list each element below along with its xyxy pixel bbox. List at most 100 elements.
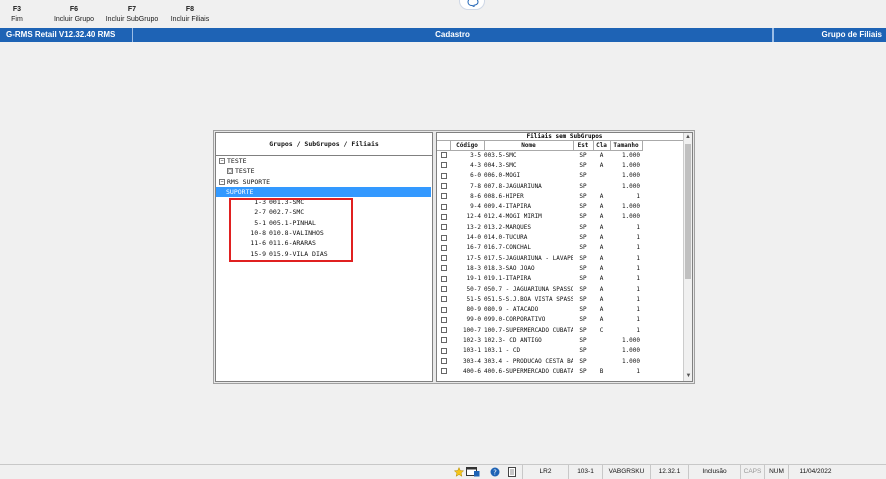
table-row[interactable]: 99-0 099.0-CORPORATIVO SP A 1 bbox=[437, 315, 642, 325]
tree-node-label: RMS SUPORTE bbox=[227, 177, 271, 186]
table-row[interactable]: 303-4 303.4 - PRODUCAO CESTA BASI SP 1.000 bbox=[437, 356, 642, 366]
table-row[interactable]: 50-7 050.7 - JAGUARIUNA SPASSOFA SP A 1 bbox=[437, 284, 642, 294]
collapse-toggle-icon[interactable]: − bbox=[219, 158, 225, 164]
name-cell: 019.1-ITAPIRA bbox=[484, 275, 531, 283]
table-row[interactable]: 103-1 103.1 - CD SP 1.000 bbox=[437, 346, 642, 356]
row-select-cell bbox=[437, 243, 450, 253]
table-row[interactable]: 3-5 003.5-SMC SP A 1.000 bbox=[437, 150, 642, 160]
tree-node-group[interactable]: − RMS SUPORTE bbox=[216, 177, 432, 187]
table-row[interactable]: 400-6 400.6-SUPERMERCADO CUBATAO SP B 1 bbox=[437, 366, 642, 376]
row-checkbox[interactable] bbox=[440, 327, 447, 334]
table-row[interactable]: 14-0 014.0-TUCURA SP A 1 bbox=[437, 232, 642, 242]
name-cell: 014.0-TUCURA bbox=[484, 234, 528, 242]
table-row[interactable]: 16-7 016.7-CONCHAL SP A 1 bbox=[437, 243, 642, 253]
table-row[interactable]: 80-9 080.9 - ATACADO SP A 1 bbox=[437, 304, 642, 314]
row-checkbox[interactable] bbox=[440, 213, 447, 220]
row-checkbox[interactable] bbox=[440, 203, 447, 210]
table-row[interactable]: 13-2 013.2-MARQUES SP A 1 bbox=[437, 222, 642, 232]
tree-node-label: TESTE bbox=[227, 157, 247, 165]
table-row[interactable]: 18-3 018.3-SAO JOAO SP A 1 bbox=[437, 263, 642, 273]
row-checkbox[interactable] bbox=[440, 183, 447, 190]
tree-node-subgroup-selected[interactable]: SUPORTE bbox=[216, 186, 431, 198]
class-cell bbox=[593, 335, 610, 345]
row-select-cell bbox=[437, 263, 450, 273]
table-row[interactable]: 19-1 019.1-ITAPIRA SP A 1 bbox=[437, 274, 642, 284]
table-row[interactable]: 6-0 006.0-MOGI SP 1.000 bbox=[437, 171, 642, 181]
row-checkbox[interactable] bbox=[440, 224, 447, 231]
row-checkbox[interactable] bbox=[440, 234, 447, 241]
row-checkbox[interactable] bbox=[440, 347, 447, 354]
class-cell: A bbox=[599, 285, 604, 293]
row-checkbox[interactable] bbox=[440, 162, 447, 169]
class-cell bbox=[593, 346, 610, 356]
row-select-cell bbox=[437, 150, 450, 160]
chat-button[interactable] bbox=[459, 0, 485, 10]
class-cell bbox=[593, 356, 610, 366]
table-row[interactable]: 102-3 102.3- CD ANTIGO SP 1.000 bbox=[437, 335, 642, 345]
row-checkbox[interactable] bbox=[440, 337, 447, 344]
table-row[interactable]: 9-4 009.4-ITAPIRA SP A 1.000 bbox=[437, 201, 642, 211]
branches-without-subgroup-panel: Filiais sem SubGrupos Código Nome Est Cl… bbox=[436, 132, 693, 382]
size-cell: 1 bbox=[636, 234, 640, 242]
f6-add-group-button[interactable]: F6 Incluir Grupo bbox=[52, 5, 96, 25]
module-title: Grupo de Filiais bbox=[773, 28, 886, 42]
help-icon[interactable]: ? bbox=[490, 467, 500, 477]
chat-icon bbox=[467, 0, 479, 7]
code-cell: 400-6 bbox=[462, 367, 481, 375]
row-select-cell bbox=[437, 274, 450, 284]
row-checkbox[interactable] bbox=[440, 296, 447, 303]
table-row[interactable]: 51-5 051.5-S.J.BOA VISTA SPASSOF SP A 1 bbox=[437, 294, 642, 304]
table-row[interactable]: 8-6 008.6-HIPER SP A 1 bbox=[437, 191, 642, 201]
column-header-size[interactable]: Tamanho bbox=[610, 141, 643, 151]
row-checkbox[interactable] bbox=[440, 316, 447, 323]
table-row[interactable]: 7-8 007.8-JAGUARIUNA SP 1.000 bbox=[437, 181, 642, 191]
class-cell: C bbox=[599, 326, 604, 334]
f6-action-label: Incluir Grupo bbox=[53, 16, 95, 23]
class-cell: A bbox=[599, 254, 604, 262]
column-header-state[interactable]: Est bbox=[573, 141, 594, 151]
code-cell: 303-4 bbox=[462, 357, 481, 365]
row-checkbox[interactable] bbox=[440, 368, 447, 375]
favorite-star-icon[interactable] bbox=[454, 467, 464, 477]
name-cell: 008.6-HIPER bbox=[484, 192, 524, 200]
name-cell: 100.7-SUPERMERCADO CUBATAO bbox=[484, 326, 573, 334]
row-checkbox[interactable] bbox=[440, 265, 447, 272]
row-checkbox[interactable] bbox=[440, 152, 447, 159]
state-cell: SP bbox=[579, 357, 587, 365]
tree-node-subgroup[interactable]: □ TESTE bbox=[216, 166, 432, 176]
f7-add-subgroup-button[interactable]: F7 Incluir SubGrupo bbox=[104, 5, 160, 25]
tree-node-group[interactable]: − TESTE bbox=[216, 156, 432, 166]
column-header-name[interactable]: Nome bbox=[484, 141, 574, 151]
row-checkbox[interactable] bbox=[440, 193, 447, 200]
table-row[interactable]: 12-4 012.4-MOGI MIRIM SP A 1.000 bbox=[437, 212, 642, 222]
collapse-toggle-icon[interactable]: − bbox=[219, 178, 225, 185]
name-cell: 051.5-S.J.BOA VISTA SPASSOF bbox=[484, 295, 573, 303]
f8-add-branches-button[interactable]: F8 Incluir Filiais bbox=[169, 5, 211, 25]
row-checkbox[interactable] bbox=[440, 172, 447, 179]
num-lock-indicator: NUM bbox=[764, 465, 788, 479]
vertical-scrollbar[interactable]: ▲ ▼ bbox=[683, 133, 692, 381]
row-checkbox[interactable] bbox=[440, 286, 447, 292]
row-checkbox[interactable] bbox=[440, 306, 447, 313]
row-checkbox[interactable] bbox=[440, 275, 447, 282]
branches-table: Código Nome Est Cla Tamanho 3-5 003.5-SMC… bbox=[437, 141, 643, 377]
screen-window-icon[interactable] bbox=[466, 467, 480, 477]
scrollbar-thumb[interactable] bbox=[685, 144, 691, 279]
document-icon[interactable] bbox=[507, 467, 517, 477]
f3-exit-button[interactable]: F3 Fim bbox=[9, 5, 25, 25]
branch-status: 103-1 bbox=[568, 465, 602, 479]
row-checkbox[interactable] bbox=[440, 358, 447, 365]
scroll-down-icon[interactable]: ▼ bbox=[684, 372, 693, 381]
column-header-class[interactable]: Cla bbox=[593, 141, 611, 151]
name-cell: 400.6-SUPERMERCADO CUBATAO bbox=[484, 367, 573, 375]
state-cell: SP bbox=[579, 182, 587, 190]
table-row[interactable]: 4-3 004.3-SMC SP A 1.000 bbox=[437, 160, 642, 170]
table-row[interactable]: 17-5 017.5-JAGUARIUNA - LAVAPES SP A 1 bbox=[437, 253, 642, 263]
scroll-up-icon[interactable]: ▲ bbox=[684, 133, 692, 142]
size-cell: 1.000 bbox=[621, 172, 640, 180]
row-checkbox[interactable] bbox=[440, 244, 447, 251]
row-checkbox[interactable] bbox=[440, 255, 447, 262]
table-row[interactable]: 100-7 100.7-SUPERMERCADO CUBATAO SP C 1 bbox=[437, 325, 642, 335]
column-header-code[interactable]: Código bbox=[450, 141, 485, 151]
class-cell: A bbox=[599, 275, 604, 283]
